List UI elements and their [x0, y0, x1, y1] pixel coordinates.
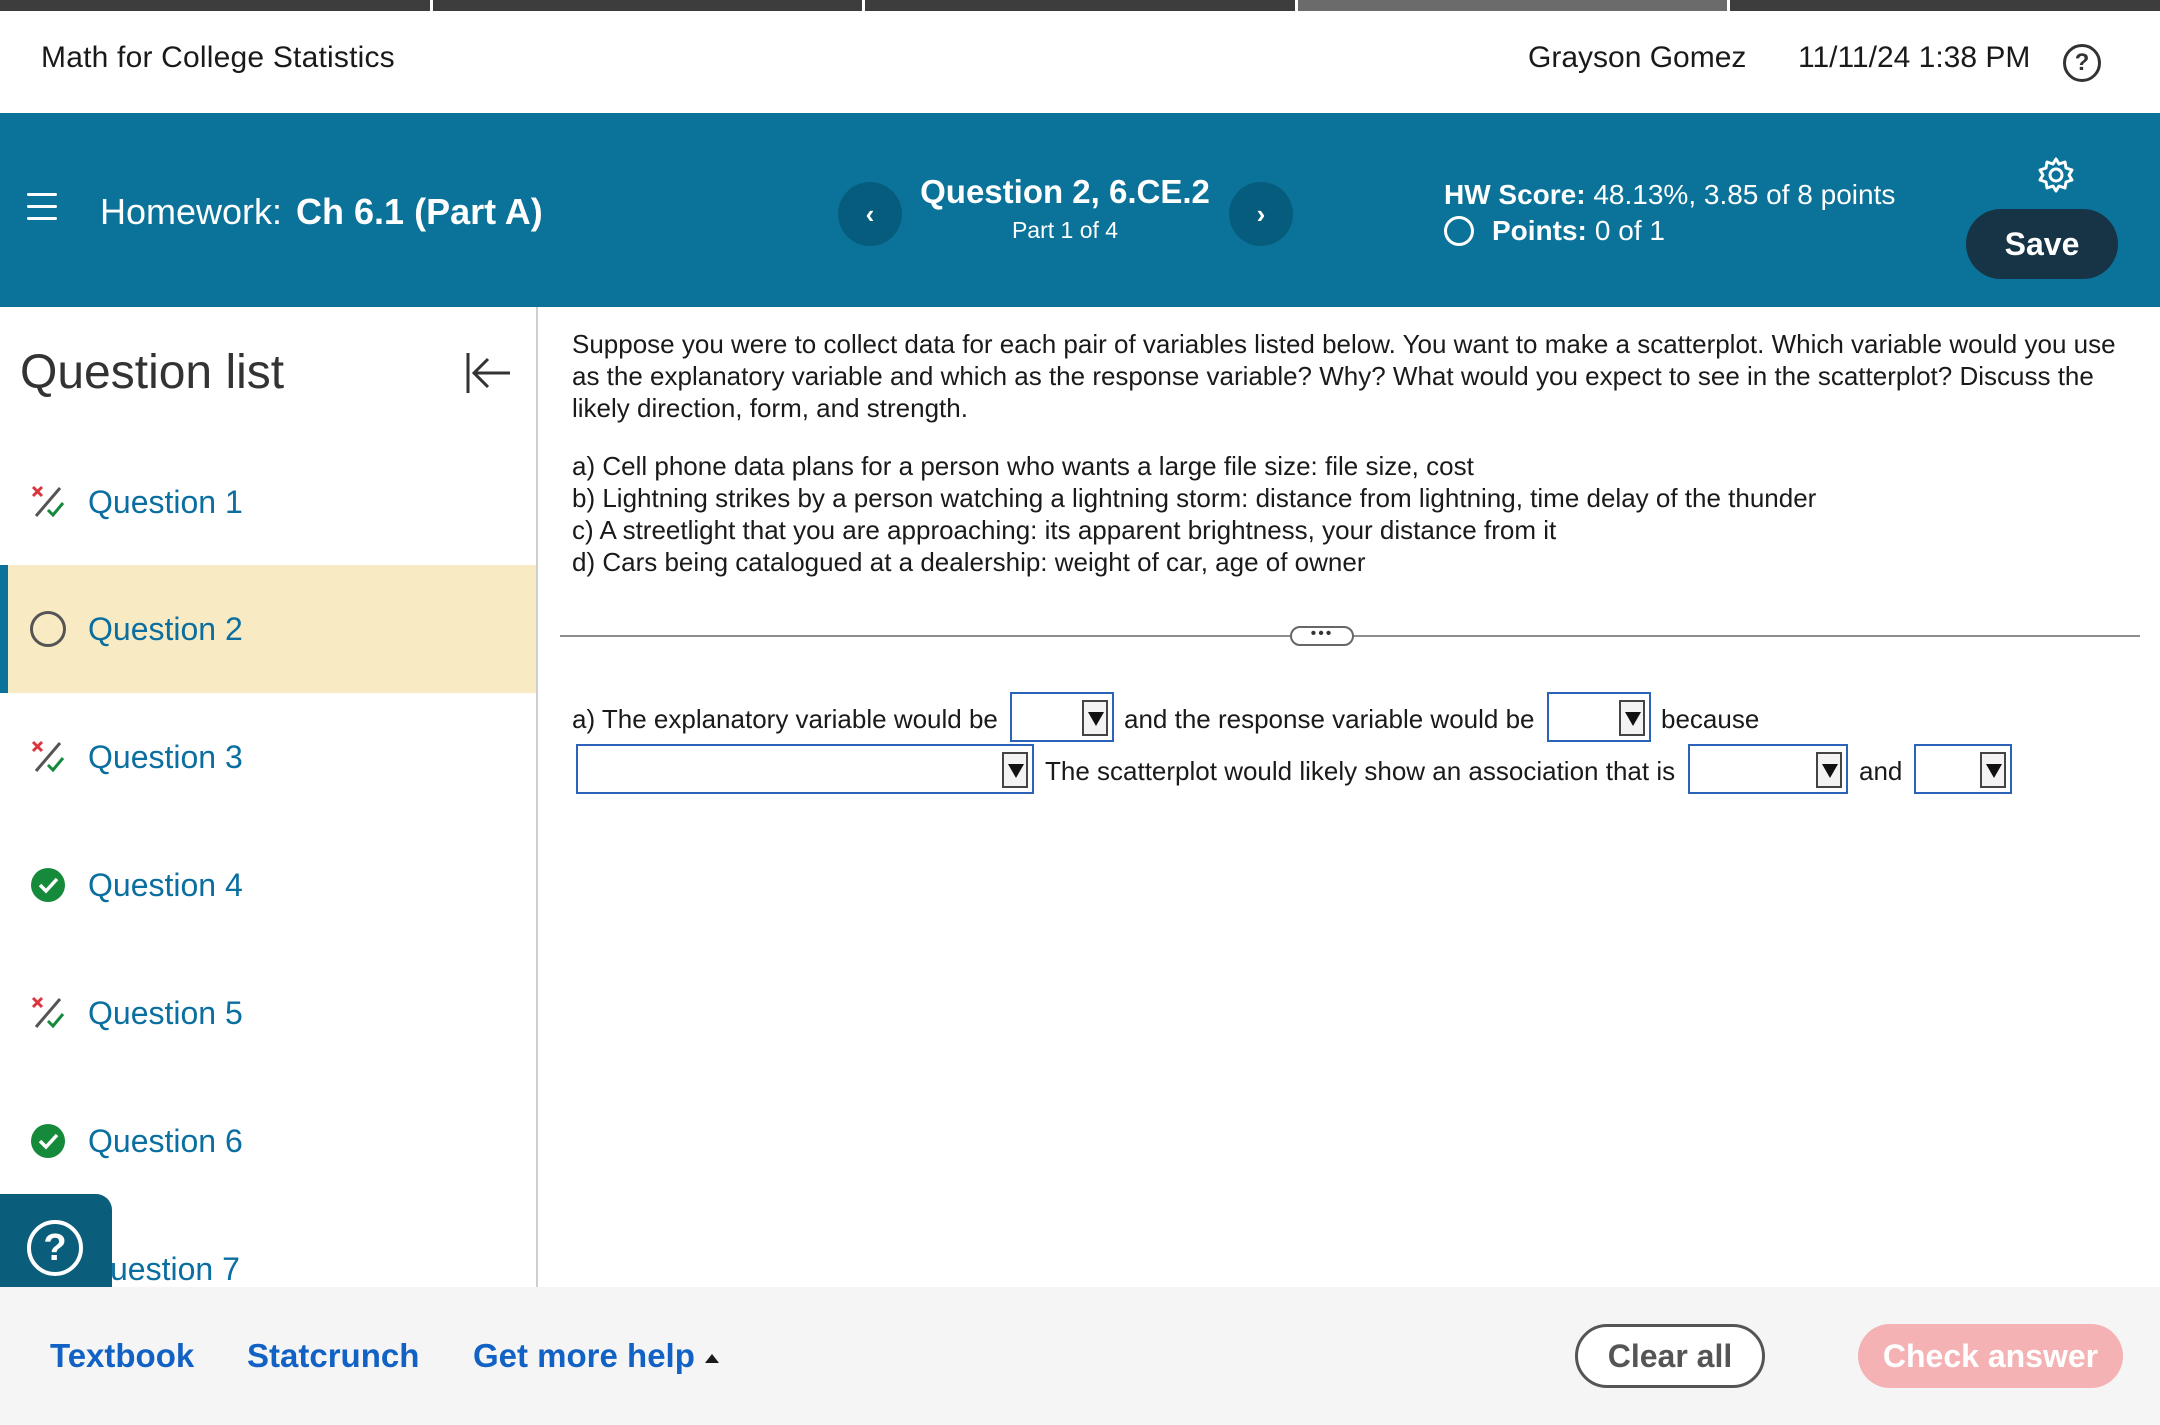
- user-name[interactable]: Grayson Gomez: [1528, 41, 1746, 75]
- progress-segment-active: [1297, 0, 1731, 11]
- footer-bar: Textbook Statcrunch Get more help Clear …: [0, 1287, 2160, 1425]
- question-list-label: Question 6: [88, 1122, 243, 1159]
- response-variable-dropdown[interactable]: [1547, 692, 1651, 742]
- answer-text-explanatory: a) The explanatory variable would be: [572, 704, 998, 734]
- progress-segment: [1730, 0, 2160, 11]
- hw-score: HW Score: 48.13%, 3.85 of 8 points: [1444, 179, 1895, 211]
- question-list-item-6[interactable]: Question 6: [0, 1077, 536, 1205]
- question-part-a: a) Cell phone data plans for a person wh…: [572, 451, 1474, 481]
- top-progress-strip: [0, 0, 2160, 11]
- clear-all-button[interactable]: Clear all: [1575, 1324, 1765, 1388]
- homework-prefix: Homework:: [100, 191, 283, 232]
- menu-icon[interactable]: [27, 193, 57, 221]
- progress-segment: [865, 0, 1298, 11]
- question-list-sidebar: Question list Question 1 Question 2 Ques…: [0, 307, 538, 1287]
- question-list-item-5[interactable]: Question 5: [0, 949, 536, 1077]
- question-list-label: Question 4: [88, 866, 243, 903]
- question-list-item-2[interactable]: Question 2: [0, 565, 536, 693]
- question-list-item-1[interactable]: Question 1: [0, 438, 536, 566]
- correct-check-icon: [31, 1124, 65, 1158]
- chevron-down-icon: [1082, 700, 1108, 736]
- question-list-item-4[interactable]: Question 4: [0, 821, 536, 949]
- help-icon[interactable]: ?: [2063, 44, 2101, 82]
- partial-credit-icon: [31, 485, 65, 518]
- question-prompt: Suppose you were to collect data for eac…: [572, 329, 2116, 423]
- answer-text-scatterplot: The scatterplot would likely show an ass…: [1045, 756, 1676, 786]
- app-header: Math for College Statistics Grayson Gome…: [0, 11, 2160, 113]
- timestamp: 11/11/24 1:38 PM: [1798, 41, 2031, 74]
- question-parts: a) Cell phone data plans for a person wh…: [572, 450, 2132, 578]
- partial-credit-icon: [31, 996, 65, 1029]
- question-list-label: uestion 7: [110, 1250, 240, 1287]
- homework-header: Homework: Ch 6.1 (Part A) ‹ Question 2, 6…: [0, 113, 2160, 307]
- chevron-down-icon: [1980, 752, 2006, 788]
- question-part: Part 1 of 4: [1011, 217, 1119, 243]
- points-status-icon: [1444, 216, 1474, 246]
- partial-credit-icon: [31, 740, 65, 773]
- question-part-d: d) Cars being catalogued at a dealership…: [572, 547, 1366, 577]
- question-list-title: Question list: [20, 346, 285, 399]
- question-list-item-3[interactable]: Question 3: [0, 693, 536, 821]
- question-part-c: c) A streetlight that you are approachin…: [572, 515, 1557, 545]
- correct-check-icon: [31, 868, 65, 902]
- app-title: Math for College Statistics: [41, 41, 395, 74]
- points-value: 0 of 1: [1594, 215, 1665, 246]
- question-content: Suppose you were to collect data for eac…: [572, 328, 2132, 578]
- question-title: Question 2, 6.CE.2: [920, 173, 1210, 210]
- get-more-help-link[interactable]: Get more help: [473, 1337, 719, 1375]
- chevron-down-icon: [1619, 700, 1645, 736]
- next-question-button[interactable]: ›: [1229, 182, 1293, 246]
- progress-segment: [0, 0, 433, 11]
- collapse-sidebar-icon[interactable]: [464, 351, 512, 395]
- question-part-b: b) Lightning strikes by a person watchin…: [572, 483, 1817, 513]
- progress-segment: [432, 0, 866, 11]
- chevron-down-icon: [1816, 752, 1842, 788]
- question-list-label: Question 2: [88, 610, 243, 647]
- gear-icon[interactable]: [2036, 155, 2076, 195]
- direction-dropdown[interactable]: [1688, 744, 1848, 794]
- points-label: Points:: [1492, 215, 1587, 246]
- answer-text-and: and: [1859, 756, 1903, 786]
- homework-title: Homework: Ch 6.1 (Part A): [100, 191, 543, 233]
- help-icon: ?: [27, 1220, 83, 1276]
- textbook-link[interactable]: Textbook: [50, 1337, 194, 1375]
- previous-question-button[interactable]: ‹: [838, 182, 902, 246]
- answer-text-response: and the response variable would be: [1124, 704, 1535, 734]
- caret-up-icon: [704, 1353, 719, 1363]
- points: Points: 0 of 1: [1444, 215, 1665, 247]
- resize-handle[interactable]: •••: [1290, 626, 1354, 646]
- question-list-label: Question 5: [88, 994, 243, 1031]
- get-more-help-label: Get more help: [473, 1337, 695, 1374]
- question-list-label: Question 1: [88, 483, 243, 520]
- chevron-down-icon: [1002, 752, 1028, 788]
- reason-dropdown[interactable]: [576, 744, 1034, 794]
- hw-score-value: 48.13%, 3.85 of 8 points: [1593, 179, 1896, 210]
- answer-text-because: because: [1661, 704, 1760, 734]
- statcrunch-link[interactable]: Statcrunch: [247, 1337, 419, 1375]
- unanswered-icon: [30, 611, 66, 647]
- explanatory-variable-dropdown[interactable]: [1010, 692, 1114, 742]
- check-answer-button[interactable]: Check answer: [1858, 1324, 2123, 1388]
- homework-name: Ch 6.1 (Part A): [296, 191, 543, 232]
- hw-score-label: HW Score:: [1444, 179, 1586, 210]
- save-button[interactable]: Save: [1966, 209, 2118, 279]
- form-dropdown[interactable]: [1914, 744, 2012, 794]
- question-list-label: Question 3: [88, 738, 243, 775]
